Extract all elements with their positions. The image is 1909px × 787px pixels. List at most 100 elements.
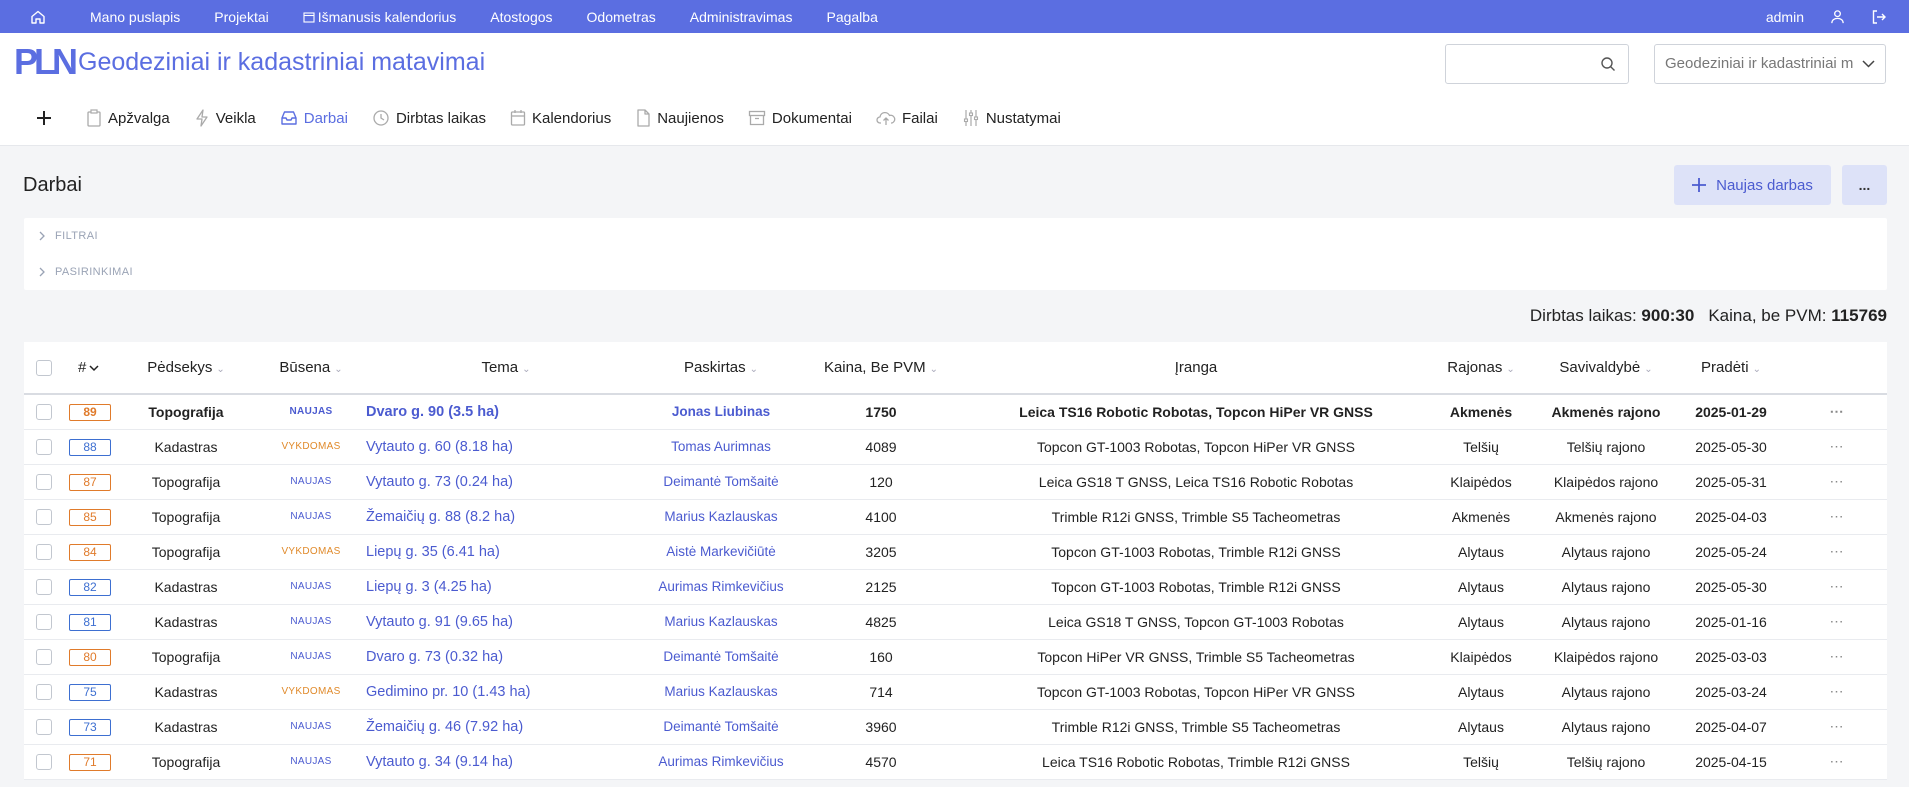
row-subject-link[interactable]: Žemaičių g. 88 (8.2 ha) — [366, 499, 646, 534]
row-subject-link[interactable]: Dvaro g. 90 (3.5 ha) — [366, 394, 646, 429]
row-menu-icon[interactable]: ⋯ — [1830, 543, 1844, 559]
row-menu-icon[interactable]: ⋯ — [1830, 473, 1844, 489]
tab-calendar[interactable]: Kalendorius — [510, 109, 611, 127]
row-assignee-link[interactable]: Deimantė Tomšaitė — [646, 639, 796, 674]
app-logo[interactable]: PLN Geodeziniai ir kadastriniai matavima… — [14, 44, 485, 80]
nav-projects[interactable]: Projektai — [214, 9, 268, 25]
nav-administration[interactable]: Administravimas — [690, 9, 793, 25]
row-assignee-link[interactable]: Marius Kazlauskas — [646, 604, 796, 639]
row-checkbox[interactable] — [36, 509, 52, 526]
nav-odometer[interactable]: Odometras — [587, 9, 656, 25]
tab-documents[interactable]: Dokumentai — [748, 109, 852, 127]
table-row[interactable]: 81 Kadastras NAUJAS Vytauto g. 91 (9.65 ha)… — [24, 604, 1887, 639]
issue-id-badge[interactable]: 84 — [69, 543, 111, 561]
row-subject-link[interactable]: Liepų g. 3 (4.25 ha) — [366, 569, 646, 604]
nav-my-page[interactable]: Mano puslapis — [90, 9, 180, 25]
issue-id-badge[interactable]: 89 — [69, 403, 111, 421]
row-assignee-link[interactable]: Tomas Aurimnas — [646, 429, 796, 464]
row-subject-link[interactable]: Gedimino pr. 10 (1.43 ha) — [366, 674, 646, 709]
row-subject-link[interactable]: Vytauto g. 73 (0.24 ha) — [366, 464, 646, 499]
username[interactable]: admin — [1766, 9, 1804, 25]
project-select[interactable]: Geodeziniai ir kadastriniai m — [1654, 44, 1886, 84]
row-checkbox[interactable] — [36, 684, 52, 701]
table-row[interactable]: 88 Kadastras VYKDOMAS Vytauto g. 60 (8.18 h… — [24, 429, 1887, 464]
row-assignee-link[interactable]: Marius Kazlauskas — [646, 499, 796, 534]
column-district[interactable]: Rajonas ⌄ — [1426, 342, 1536, 394]
home-icon[interactable] — [20, 9, 56, 25]
add-icon[interactable] — [34, 109, 54, 127]
search-icon[interactable] — [1600, 56, 1616, 72]
search-input[interactable] — [1445, 44, 1629, 84]
column-start-date[interactable]: Pradėti ⌄ — [1676, 342, 1786, 394]
issue-id-badge[interactable]: 75 — [69, 683, 111, 701]
row-subject-link[interactable]: Vytauto g. 91 (9.65 ha) — [366, 604, 646, 639]
column-price[interactable]: Kaina, Be PVM ⌄ — [796, 342, 966, 394]
row-checkbox[interactable] — [36, 614, 52, 631]
row-checkbox[interactable] — [36, 544, 52, 561]
table-row[interactable]: 71 Topografija NAUJAS Vytauto g. 34 (9.14 h… — [24, 744, 1887, 779]
nav-smart-calendar[interactable]: Išmanusis kalendorius — [303, 9, 456, 25]
row-subject-link[interactable]: Liepų g. 35 (6.41 ha) — [366, 534, 646, 569]
row-checkbox[interactable] — [36, 649, 52, 666]
new-issue-button[interactable]: Naujas darbas — [1674, 165, 1831, 205]
row-checkbox[interactable] — [36, 474, 52, 491]
row-menu-icon[interactable]: ⋯ — [1830, 613, 1844, 629]
row-menu-icon[interactable]: ⋯ — [1830, 508, 1844, 524]
row-subject-link[interactable]: Vytauto g. 60 (8.18 ha) — [366, 429, 646, 464]
table-row[interactable]: 89 Topografija NAUJAS Dvaro g. 90 (3.5 ha) J… — [24, 394, 1887, 429]
column-status[interactable]: Būsena ⌄ — [256, 342, 366, 394]
issue-id-badge[interactable]: 87 — [69, 473, 111, 491]
options-toggle[interactable]: PASIRINKIMAI — [38, 263, 1887, 281]
user-icon[interactable] — [1830, 9, 1845, 24]
select-all-checkbox[interactable] — [36, 360, 52, 377]
table-row[interactable]: 75 Kadastras VYKDOMAS Gedimino pr. 10 (1.43… — [24, 674, 1887, 709]
table-row[interactable]: 80 Topografija NAUJAS Dvaro g. 73 (0.32 ha)… — [24, 639, 1887, 674]
tab-files[interactable]: Failai — [876, 110, 938, 127]
tab-settings[interactable]: Nustatymai — [962, 109, 1061, 127]
column-municipality[interactable]: Savivaldybė ⌄ — [1536, 342, 1676, 394]
row-assignee-link[interactable]: Aurimas Rimkevičius — [646, 569, 796, 604]
more-actions-button[interactable]: ... — [1842, 165, 1887, 205]
row-menu-icon[interactable]: ⋯ — [1830, 683, 1844, 699]
tab-time-spent[interactable]: Dirbtas laikas — [372, 109, 486, 127]
row-assignee-link[interactable]: Aurimas Rimkevičius — [646, 744, 796, 779]
tab-issues[interactable]: Darbai — [280, 110, 348, 127]
column-id[interactable]: # — [64, 342, 116, 394]
row-assignee-link[interactable]: Marius Kazlauskas — [646, 674, 796, 709]
filters-toggle[interactable]: FILTRAI — [38, 227, 1887, 245]
row-subject-link[interactable]: Dvaro g. 73 (0.32 ha) — [366, 639, 646, 674]
row-checkbox[interactable] — [36, 719, 52, 736]
logout-icon[interactable] — [1871, 9, 1887, 25]
row-assignee-link[interactable]: Deimantė Tomšaitė — [646, 709, 796, 744]
row-checkbox[interactable] — [36, 439, 52, 456]
row-subject-link[interactable]: Vytauto g. 34 (9.14 ha) — [366, 744, 646, 779]
table-row[interactable]: 87 Topografija NAUJAS Vytauto g. 73 (0.24 h… — [24, 464, 1887, 499]
tab-news[interactable]: Naujienos — [635, 109, 724, 127]
column-assignee[interactable]: Paskirtas ⌄ — [646, 342, 796, 394]
issue-id-badge[interactable]: 80 — [69, 648, 111, 666]
table-row[interactable]: 84 Topografija VYKDOMAS Liepų g. 35 (6.41 h… — [24, 534, 1887, 569]
row-assignee-link[interactable]: Jonas Liubinas — [646, 394, 796, 429]
row-checkbox[interactable] — [36, 754, 52, 771]
issue-id-badge[interactable]: 82 — [69, 578, 111, 596]
tab-overview[interactable]: Apžvalga — [86, 109, 170, 127]
column-subject[interactable]: Tema ⌄ — [366, 342, 646, 394]
row-menu-icon[interactable]: ⋯ — [1830, 648, 1844, 664]
table-row[interactable]: 73 Kadastras NAUJAS Žemaičių g. 46 (7.92 ha… — [24, 709, 1887, 744]
row-checkbox[interactable] — [36, 579, 52, 596]
column-tracker[interactable]: Pėdsekys ⌄ — [116, 342, 256, 394]
row-assignee-link[interactable]: Aistė Markevičiūtė — [646, 534, 796, 569]
row-subject-link[interactable]: Žemaičių g. 46 (7.92 ha) — [366, 709, 646, 744]
row-menu-icon[interactable]: ⋯ — [1830, 403, 1844, 419]
issue-id-badge[interactable]: 81 — [69, 613, 111, 631]
tab-activity[interactable]: Veikla — [194, 109, 256, 127]
issue-id-badge[interactable]: 88 — [69, 438, 111, 456]
nav-help[interactable]: Pagalba — [826, 9, 877, 25]
issue-id-badge[interactable]: 73 — [69, 718, 111, 736]
row-checkbox[interactable] — [36, 404, 52, 421]
table-row[interactable]: 82 Kadastras NAUJAS Liepų g. 3 (4.25 ha) Aur… — [24, 569, 1887, 604]
issue-id-badge[interactable]: 71 — [69, 753, 111, 771]
row-menu-icon[interactable]: ⋯ — [1830, 753, 1844, 769]
issue-id-badge[interactable]: 85 — [69, 508, 111, 526]
nav-vacations[interactable]: Atostogos — [490, 9, 552, 25]
